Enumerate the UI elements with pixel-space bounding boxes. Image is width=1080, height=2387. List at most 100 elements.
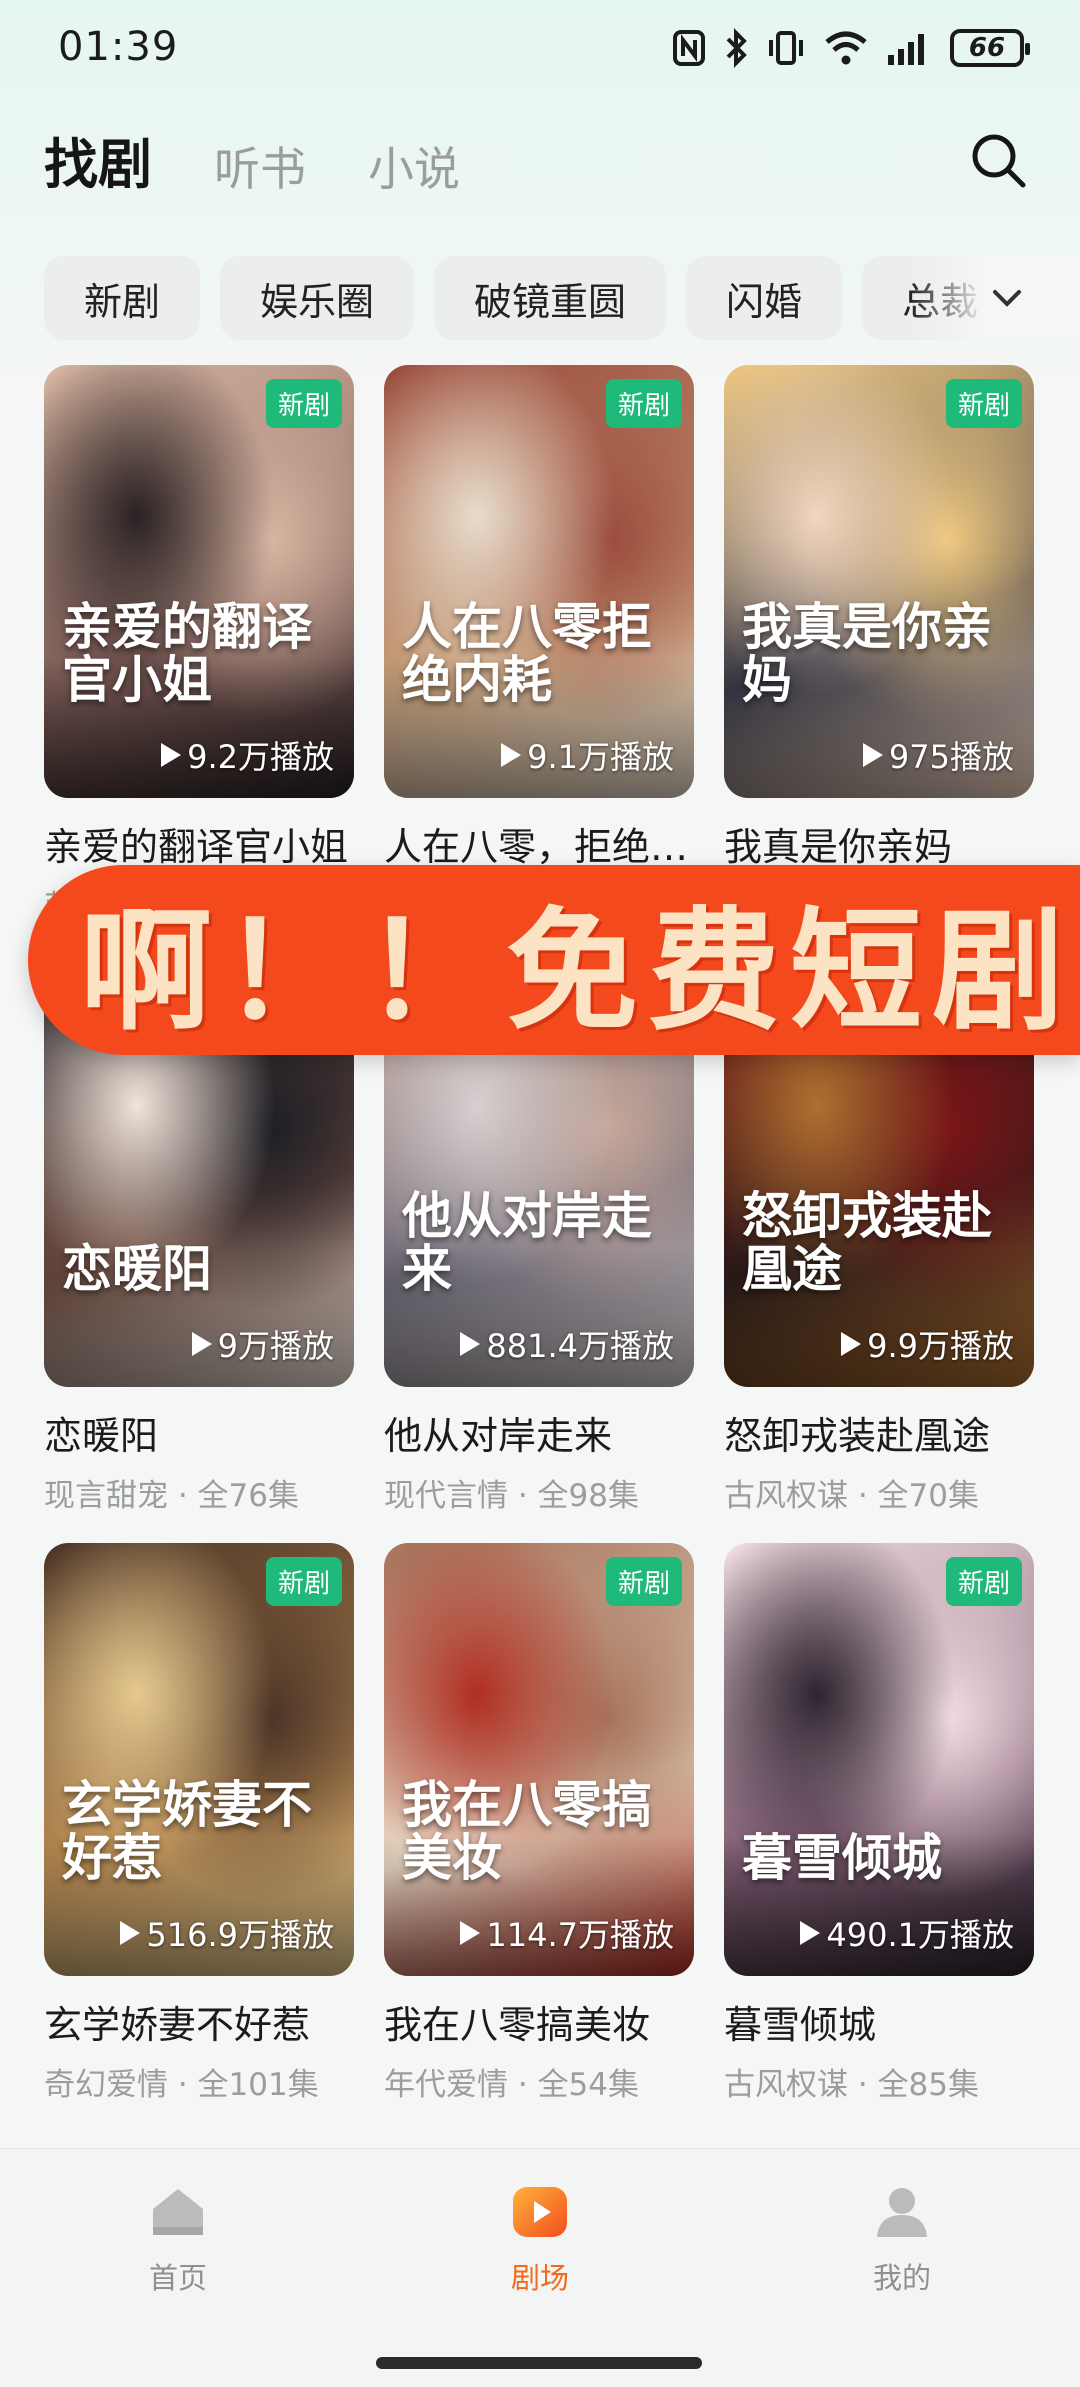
play-count-text: 516.9万播放 (146, 1916, 334, 1954)
drama-meta: 现代言情 · 全98集 (384, 1478, 640, 1514)
bluetooth-icon (726, 28, 747, 68)
chips-expand-area (910, 256, 1080, 340)
play-count: 114.7万播放 (460, 1910, 674, 1956)
play-count-text: 881.4万播放 (486, 1327, 674, 1365)
drama-title[interactable]: 他从对岸走来 (384, 1405, 694, 1460)
poster-title-art: 亲爱的翻译官小姐 (62, 597, 312, 709)
chip-new-drama[interactable]: 新剧 (44, 256, 201, 340)
home-icon (153, 2189, 203, 2235)
new-drama-badge: 新剧 (945, 379, 1022, 428)
signal-icon (888, 34, 924, 65)
drama-meta: 年代爱情 · 全54集 (384, 2067, 640, 2103)
app-screen: 01:39 66 找剧 听书 小说 新剧 娱乐圈 破镜重圆 闪婚 总裁 亲爱的翻… (0, 0, 1080, 2387)
top-tabs: 找剧 听书 小说 (44, 120, 460, 199)
drama-poster[interactable]: 亲爱的翻译官小姐 新剧 9.2万播放 (44, 365, 354, 798)
nfc-icon (673, 30, 705, 66)
chip-reunion[interactable]: 破镜重圆 (434, 256, 667, 340)
play-count: 9.1万播放 (501, 732, 674, 778)
tab-audiobook[interactable]: 听书 (214, 133, 306, 199)
chip-flash-marriage[interactable]: 闪婚 (686, 256, 843, 340)
chip-entertainment[interactable]: 娱乐圈 (220, 256, 415, 340)
drama-meta: 奇幻爱情 · 全101集 (44, 2067, 319, 2103)
drama-poster[interactable]: 暮雪倾城 新剧 490.1万播放 (724, 1543, 1034, 1976)
wifi-icon (825, 31, 867, 65)
drama-title[interactable]: 亲爱的翻译官小姐 (44, 816, 354, 871)
theater-play-icon (513, 2187, 567, 2237)
play-icon (161, 743, 182, 767)
drama-poster[interactable]: 我在八零搞美妆 新剧 114.7万播放 (384, 1543, 694, 1976)
drama-title[interactable]: 怒卸戎装赴凰途 (724, 1405, 1034, 1460)
new-drama-badge: 新剧 (265, 1557, 342, 1606)
nav-profile-label: 我的 (872, 2261, 931, 2295)
tab-find-drama[interactable]: 找剧 (44, 120, 152, 199)
drama-meta: 古风权谋 · 全85集 (724, 2067, 980, 2103)
drama-title[interactable]: 人在八零，拒绝内耗 (384, 816, 694, 871)
grid-row: 亲爱的翻译官小姐新剧9.2万播放亲爱的翻译官小姐萌宝 · 全80集 人在八零拒绝… (44, 365, 1036, 926)
nav-home[interactable]: 首页 (88, 2181, 268, 2297)
new-drama-badge: 新剧 (605, 1557, 682, 1606)
person-icon (877, 2188, 927, 2237)
poster-title-art: 我真是你亲妈 (742, 597, 992, 709)
nav-profile[interactable]: 我的 (812, 2181, 992, 2297)
drama-card[interactable]: 玄学娇妻不好惹 新剧 516.9万播放 玄学娇妻不好惹 奇幻爱情 · 全101集 (44, 1543, 354, 2104)
new-drama-badge: 新剧 (605, 379, 682, 428)
play-count: 9万播放 (191, 1321, 334, 1367)
drama-title[interactable]: 我真是你亲妈 (724, 816, 1034, 871)
poster-title-art: 我在八零搞美妆 (402, 1775, 652, 1887)
drama-title[interactable]: 暮雪倾城 (724, 1994, 1034, 2049)
drama-meta: 现言甜宠 · 全76集 (44, 1478, 300, 1514)
promo-banner: 啊！！免费短剧 (28, 865, 1080, 1055)
drama-poster[interactable]: 玄学娇妻不好惹 新剧 516.9万播放 (44, 1543, 354, 1976)
play-count: 975播放 (862, 732, 1014, 778)
play-count: 881.4万播放 (460, 1321, 674, 1367)
new-drama-badge: 新剧 (265, 379, 342, 428)
poster-title-art: 他从对岸走来 (402, 1186, 652, 1298)
drama-card[interactable]: 亲爱的翻译官小姐新剧9.2万播放亲爱的翻译官小姐萌宝 · 全80集 (44, 365, 354, 926)
drama-card[interactable]: 暮雪倾城 新剧 490.1万播放 暮雪倾城 古风权谋 · 全85集 (724, 1543, 1034, 2104)
drama-title[interactable]: 恋暖阳 (44, 1405, 354, 1460)
drama-poster[interactable]: 人在八零拒绝内耗 新剧 9.1万播放 (384, 365, 694, 798)
home-indicator (376, 2357, 702, 2369)
play-count: 9.9万播放 (841, 1321, 1014, 1367)
drama-card[interactable]: 人在八零拒绝内耗新剧9.1万播放人在八零，拒绝内耗年代 · 全80集 (384, 365, 694, 926)
play-icon (862, 743, 883, 767)
play-count: 516.9万播放 (120, 1910, 334, 1956)
play-icon (841, 1332, 862, 1356)
drama-card[interactable]: 我真是你亲妈新剧975播放我真是你亲妈亲情 · 全60集 (724, 365, 1034, 926)
grid-row: 玄学娇妻不好惹 新剧 516.9万播放 玄学娇妻不好惹 奇幻爱情 · 全101集 我在八… (44, 1543, 1036, 2104)
play-count: 490.1万播放 (800, 1910, 1014, 1956)
play-icon (120, 1921, 141, 1945)
play-count-text: 9.2万播放 (187, 738, 334, 776)
drama-title[interactable]: 我在八零搞美妆 (384, 1994, 694, 2049)
drama-title[interactable]: 玄学娇妻不好惹 (44, 1994, 354, 2049)
play-icon (501, 743, 522, 767)
play-count-text: 490.1万播放 (826, 1916, 1014, 1954)
poster-title-art: 怒卸戎装赴凰途 (742, 1186, 992, 1298)
nav-theater-label: 剧场 (510, 2261, 569, 2295)
vibrate-icon (769, 31, 803, 65)
play-count-text: 9.1万播放 (527, 738, 674, 776)
play-icon (800, 1921, 821, 1945)
tab-novel[interactable]: 小说 (368, 133, 460, 199)
search-icon[interactable] (968, 130, 1028, 190)
poster-title-art: 恋暖阳 (62, 1238, 212, 1298)
poster-title-art: 玄学娇妻不好惹 (62, 1775, 312, 1887)
status-time: 01:39 (58, 24, 179, 70)
play-count-text: 114.7万播放 (486, 1916, 674, 1954)
play-icon (191, 1332, 212, 1356)
nav-theater[interactable]: 剧场 (450, 2181, 630, 2297)
play-count-text: 9万播放 (217, 1327, 334, 1365)
status-bar: 01:39 66 (0, 0, 1080, 100)
battery-icon: 66 (950, 29, 1030, 67)
new-drama-badge: 新剧 (945, 1557, 1022, 1606)
nav-home-label: 首页 (148, 2261, 207, 2295)
play-count-text: 9.9万播放 (867, 1327, 1014, 1365)
drama-poster[interactable]: 我真是你亲妈 新剧 975播放 (724, 365, 1034, 798)
chevron-down-icon[interactable] (992, 288, 1022, 308)
poster-title-art: 人在八零拒绝内耗 (402, 597, 652, 709)
drama-meta: 古风权谋 · 全70集 (724, 1478, 980, 1514)
promo-banner-text: 啊！！免费短剧 (80, 893, 1074, 1049)
drama-grid: 亲爱的翻译官小姐新剧9.2万播放亲爱的翻译官小姐萌宝 · 全80集 人在八零拒绝… (44, 365, 1036, 2132)
poster-title-art: 暮雪倾城 (742, 1827, 942, 1887)
drama-card[interactable]: 我在八零搞美妆 新剧 114.7万播放 我在八零搞美妆 年代爱情 · 全54集 (384, 1543, 694, 2104)
